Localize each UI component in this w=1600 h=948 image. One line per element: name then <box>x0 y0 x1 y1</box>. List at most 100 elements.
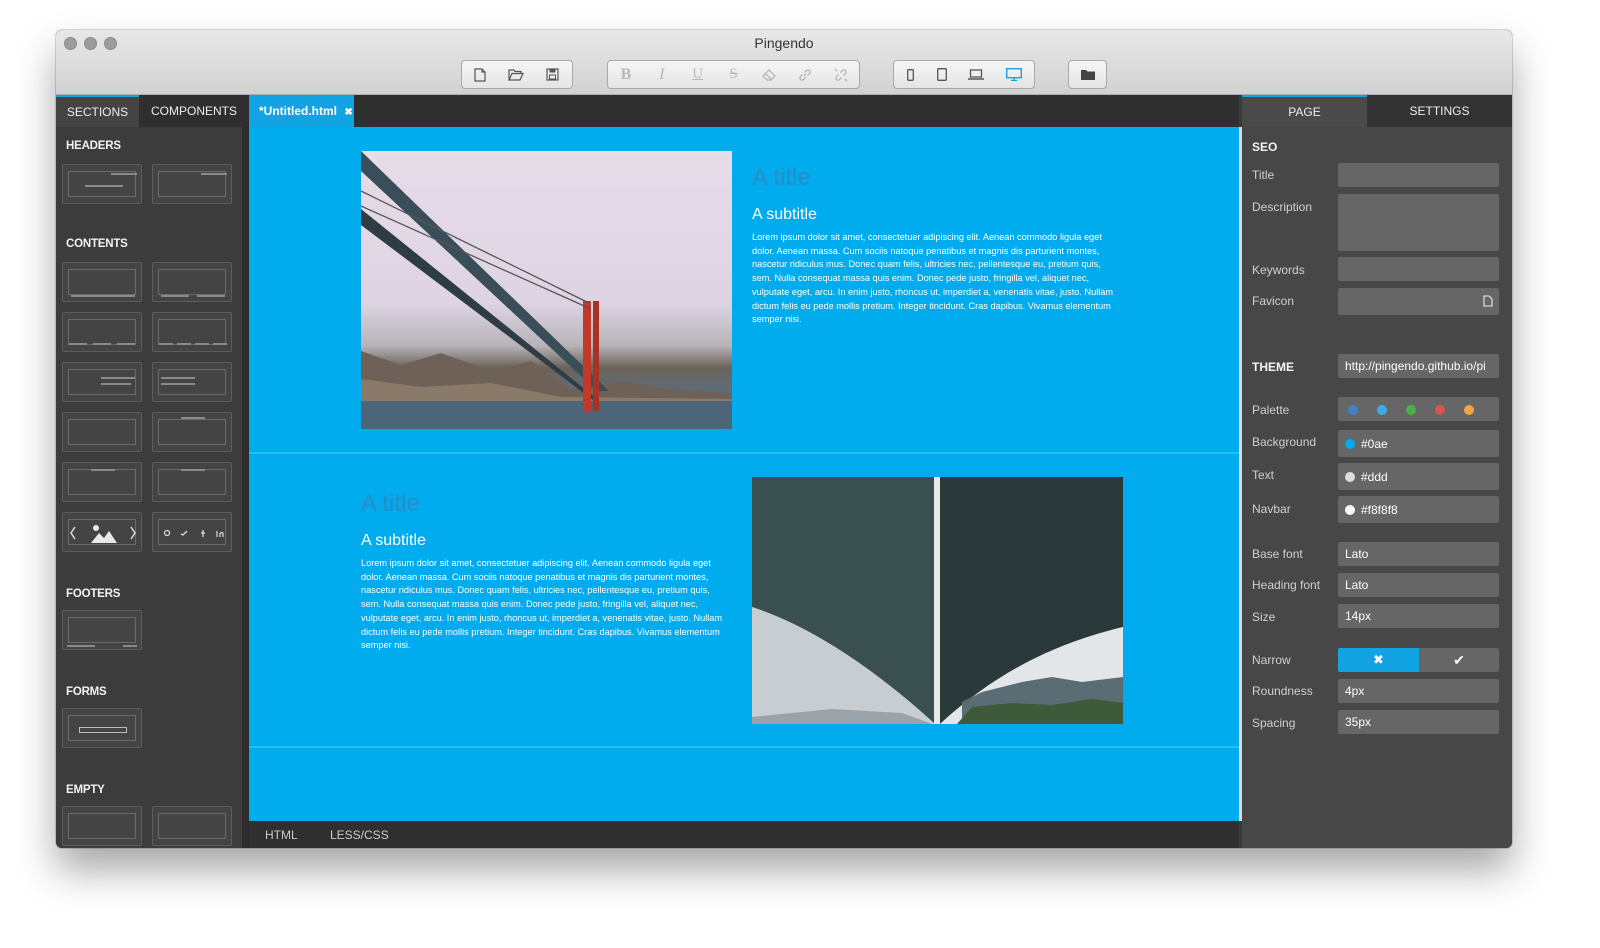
tab-settings[interactable]: SETTINGS <box>1367 95 1512 127</box>
sections-list: HEADERS CONTENTS FOOTERS FORMS EMPTY <box>56 127 242 848</box>
seo-keywords-field[interactable] <box>1338 257 1499 281</box>
content-block-8[interactable] <box>152 412 232 452</box>
device-toolbar <box>893 60 1035 89</box>
folder-icon[interactable] <box>1069 61 1106 88</box>
section1-title[interactable]: A title <box>752 164 811 192</box>
tab-page[interactable]: PAGE <box>1242 95 1367 127</box>
navbar-label: Navbar <box>1252 502 1291 516</box>
golden-gate-bridge-photo[interactable] <box>361 151 732 429</box>
text-color-field[interactable]: #ddd <box>1338 463 1499 490</box>
seo-title-field[interactable] <box>1338 163 1499 187</box>
left-panel: SECTIONS COMPONENTS HEADERS CONTENTS FOO… <box>56 95 249 848</box>
category-empty: EMPTY <box>66 784 105 796</box>
tab-components[interactable]: COMPONENTS <box>139 95 249 127</box>
content-block-3[interactable] <box>62 312 142 352</box>
save-icon[interactable] <box>534 61 570 88</box>
right-panel: PAGE SETTINGS SEO Title Description Keyw… <box>1242 95 1512 848</box>
content-block-4[interactable] <box>152 312 232 352</box>
text-color-value: #ddd <box>1361 470 1388 484</box>
background-field[interactable]: #0ae <box>1338 430 1499 457</box>
category-footers: FOOTERS <box>66 588 121 600</box>
section2-body[interactable]: Lorem ipsum dolor sit amet, consectetuer… <box>361 557 727 653</box>
heading-font-field[interactable]: Lato <box>1338 573 1499 597</box>
bold-icon[interactable]: B <box>608 61 644 88</box>
palette-swatch-4[interactable] <box>1435 405 1445 415</box>
base-font-field[interactable]: Lato <box>1338 542 1499 566</box>
section1-body[interactable]: Lorem ipsum dolor sit amet, consectetuer… <box>752 231 1118 327</box>
seo-favicon-label: Favicon <box>1252 294 1295 308</box>
spacing-field[interactable]: 35px <box>1338 710 1499 734</box>
close-tab-icon[interactable]: ✖ <box>344 107 352 118</box>
phone-icon[interactable] <box>894 61 926 88</box>
palette-label: Palette <box>1252 403 1290 417</box>
content-block-2[interactable] <box>152 262 232 302</box>
left-panel-scrollbar[interactable] <box>242 127 249 848</box>
page-canvas[interactable]: A title A subtitle Lorem ipsum dolor sit… <box>249 127 1239 821</box>
empty-block-1[interactable] <box>62 806 142 846</box>
underline-icon[interactable]: U <box>680 61 716 88</box>
italic-icon[interactable]: I <box>644 61 680 88</box>
narrow-on-button[interactable]: ✔ <box>1419 648 1499 672</box>
footer-block-1[interactable] <box>62 610 142 650</box>
desktop-icon[interactable] <box>994 61 1034 88</box>
content-block-7[interactable] <box>62 412 142 452</box>
palette-swatch-2[interactable] <box>1377 405 1387 415</box>
tab-html[interactable]: HTML <box>265 828 298 842</box>
base-font-label: Base font <box>1252 547 1303 561</box>
text-color-label: Text <box>1252 468 1275 482</box>
tab-sections[interactable]: SECTIONS <box>56 95 139 127</box>
heading-font-label: Heading font <box>1252 578 1321 592</box>
spacing-label: Spacing <box>1252 716 1296 730</box>
category-contents: CONTENTS <box>66 238 128 250</box>
file-tab[interactable]: *Untitled.html ✖ <box>249 95 354 127</box>
open-folder-icon[interactable] <box>498 61 534 88</box>
unlink-icon[interactable] <box>823 61 859 88</box>
section2-subtitle[interactable]: A subtitle <box>361 532 426 550</box>
app-window: Pingendo B I U S SECTIONS COMPONENTS HEA… <box>56 30 1512 848</box>
size-field[interactable]: 14px <box>1338 604 1499 628</box>
seo-description-label: Description <box>1252 200 1313 214</box>
link-icon[interactable] <box>787 61 823 88</box>
navbar-color-field[interactable]: #f8f8f8 <box>1338 496 1499 523</box>
laptop-icon[interactable] <box>958 61 994 88</box>
narrow-label: Narrow <box>1252 653 1291 667</box>
content-block-1[interactable] <box>62 262 142 302</box>
background-label: Background <box>1252 435 1317 449</box>
tab-less-css[interactable]: LESS/CSS <box>330 828 389 842</box>
palette-field[interactable] <box>1338 397 1499 421</box>
text-color-swatch <box>1345 472 1355 482</box>
roundness-label: Roundness <box>1252 684 1313 698</box>
seo-favicon-field[interactable] <box>1338 288 1499 315</box>
content-block-5[interactable] <box>62 362 142 402</box>
palette-swatch-3[interactable] <box>1406 405 1416 415</box>
content-block-10[interactable] <box>152 462 232 502</box>
seo-title-label: Title <box>1252 168 1275 182</box>
navbar-color-swatch <box>1345 505 1355 515</box>
eraser-icon[interactable] <box>751 61 787 88</box>
content-block-6[interactable] <box>152 362 232 402</box>
form-block-1[interactable] <box>62 708 142 748</box>
under-bridge-photo[interactable] <box>752 477 1123 724</box>
code-tab-bar: HTML LESS/CSS <box>249 821 1239 848</box>
new-file-icon[interactable] <box>462 61 498 88</box>
section2-title[interactable]: A title <box>361 490 420 518</box>
narrow-off-button[interactable]: ✖ <box>1338 648 1419 672</box>
palette-swatch-5[interactable] <box>1464 405 1474 415</box>
content-block-9[interactable] <box>62 462 142 502</box>
file-picker-icon[interactable] <box>1483 295 1493 307</box>
strikethrough-icon[interactable]: S <box>716 61 752 88</box>
empty-block-2[interactable] <box>152 806 232 846</box>
tablet-icon[interactable] <box>926 61 958 88</box>
carousel-block[interactable] <box>62 512 142 552</box>
project-toolbar <box>1068 60 1107 89</box>
background-swatch <box>1345 439 1355 449</box>
header-block-1[interactable] <box>62 164 142 204</box>
palette-swatch-1[interactable] <box>1348 405 1358 415</box>
seo-description-field[interactable] <box>1338 194 1499 251</box>
narrow-toggle[interactable]: ✖ ✔ <box>1338 648 1499 672</box>
social-block[interactable] <box>152 512 232 552</box>
roundness-field[interactable]: 4px <box>1338 679 1499 703</box>
section1-subtitle[interactable]: A subtitle <box>752 206 817 224</box>
header-block-2[interactable] <box>152 164 232 204</box>
theme-url-field[interactable]: http://pingendo.github.io/pi <box>1338 354 1499 378</box>
